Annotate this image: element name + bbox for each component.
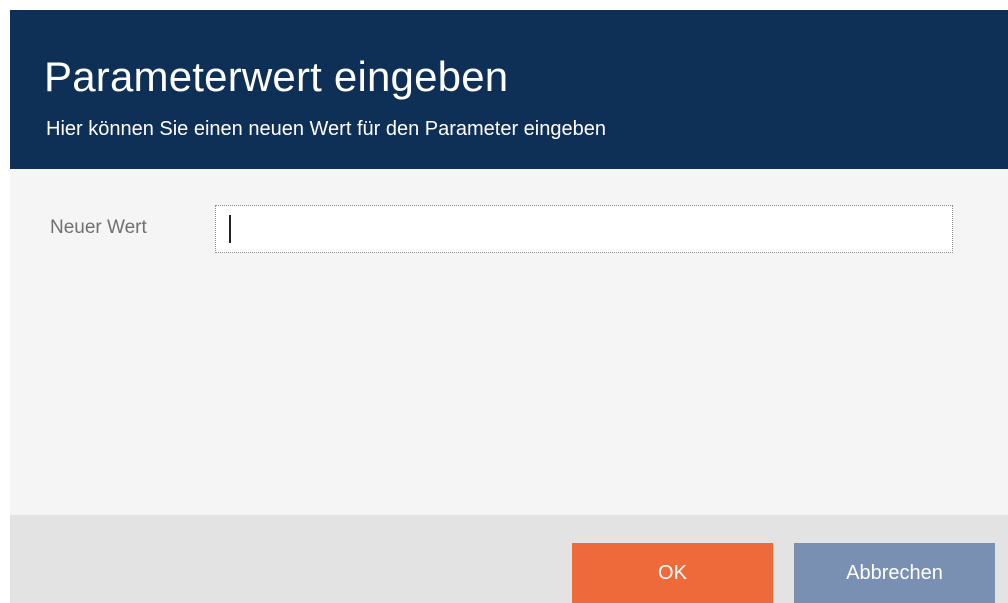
- text-cursor: [229, 215, 231, 243]
- dialog-subtitle: Hier können Sie einen neuen Wert für den…: [46, 118, 606, 140]
- dialog-header: Parameterwert eingeben Hier können Sie e…: [10, 10, 1008, 169]
- dialog-title: Parameterwert eingeben: [44, 53, 509, 100]
- parameter-value-dialog: Parameterwert eingeben Hier können Sie e…: [10, 10, 1008, 603]
- new-value-input[interactable]: [215, 205, 953, 253]
- dialog-body: Neuer Wert: [10, 169, 1008, 515]
- new-value-label: Neuer Wert: [50, 217, 147, 238]
- dialog-footer: OK Abbrechen: [10, 515, 1008, 603]
- cancel-button[interactable]: Abbrechen: [794, 543, 995, 603]
- ok-button[interactable]: OK: [572, 543, 773, 603]
